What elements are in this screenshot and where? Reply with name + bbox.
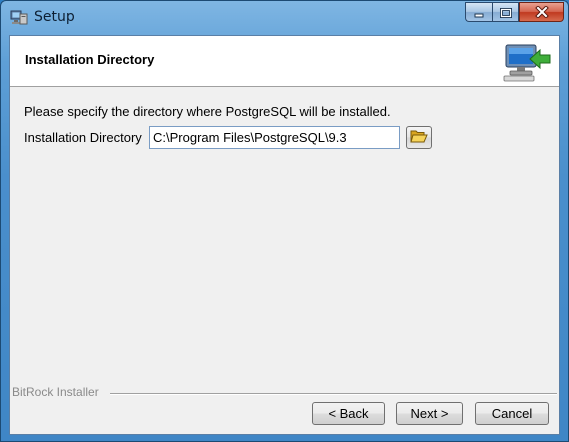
cancel-button[interactable]: Cancel bbox=[475, 402, 549, 425]
next-button[interactable]: Next > bbox=[396, 402, 463, 425]
instruction-text: Please specify the directory where Postg… bbox=[24, 104, 391, 119]
minimize-button[interactable] bbox=[465, 2, 492, 22]
title-bar[interactable]: Setup bbox=[1, 1, 568, 35]
maximize-icon bbox=[499, 3, 512, 22]
footer-divider bbox=[110, 393, 557, 395]
close-button[interactable] bbox=[519, 2, 564, 22]
folder-open-icon bbox=[410, 128, 428, 147]
computer-arrow-icon bbox=[500, 41, 552, 83]
browse-button[interactable] bbox=[406, 126, 432, 149]
installation-directory-input[interactable] bbox=[149, 126, 400, 149]
minimize-icon bbox=[473, 3, 485, 22]
setup-window: Setup Installation Directory Please spec… bbox=[0, 0, 569, 442]
setup-computer-icon bbox=[10, 9, 28, 25]
installation-directory-label: Installation Directory bbox=[24, 130, 142, 145]
close-icon bbox=[534, 3, 549, 22]
dialog-client-area: Installation Directory Please specify th… bbox=[9, 35, 560, 435]
installer-brand: BitRock Installer bbox=[12, 385, 99, 399]
window-title: Setup bbox=[34, 9, 75, 25]
page-header: Installation Directory bbox=[10, 36, 559, 87]
caption-buttons bbox=[465, 2, 564, 24]
page-title: Installation Directory bbox=[25, 52, 155, 67]
maximize-button[interactable] bbox=[492, 2, 519, 22]
back-button[interactable]: < Back bbox=[312, 402, 385, 425]
